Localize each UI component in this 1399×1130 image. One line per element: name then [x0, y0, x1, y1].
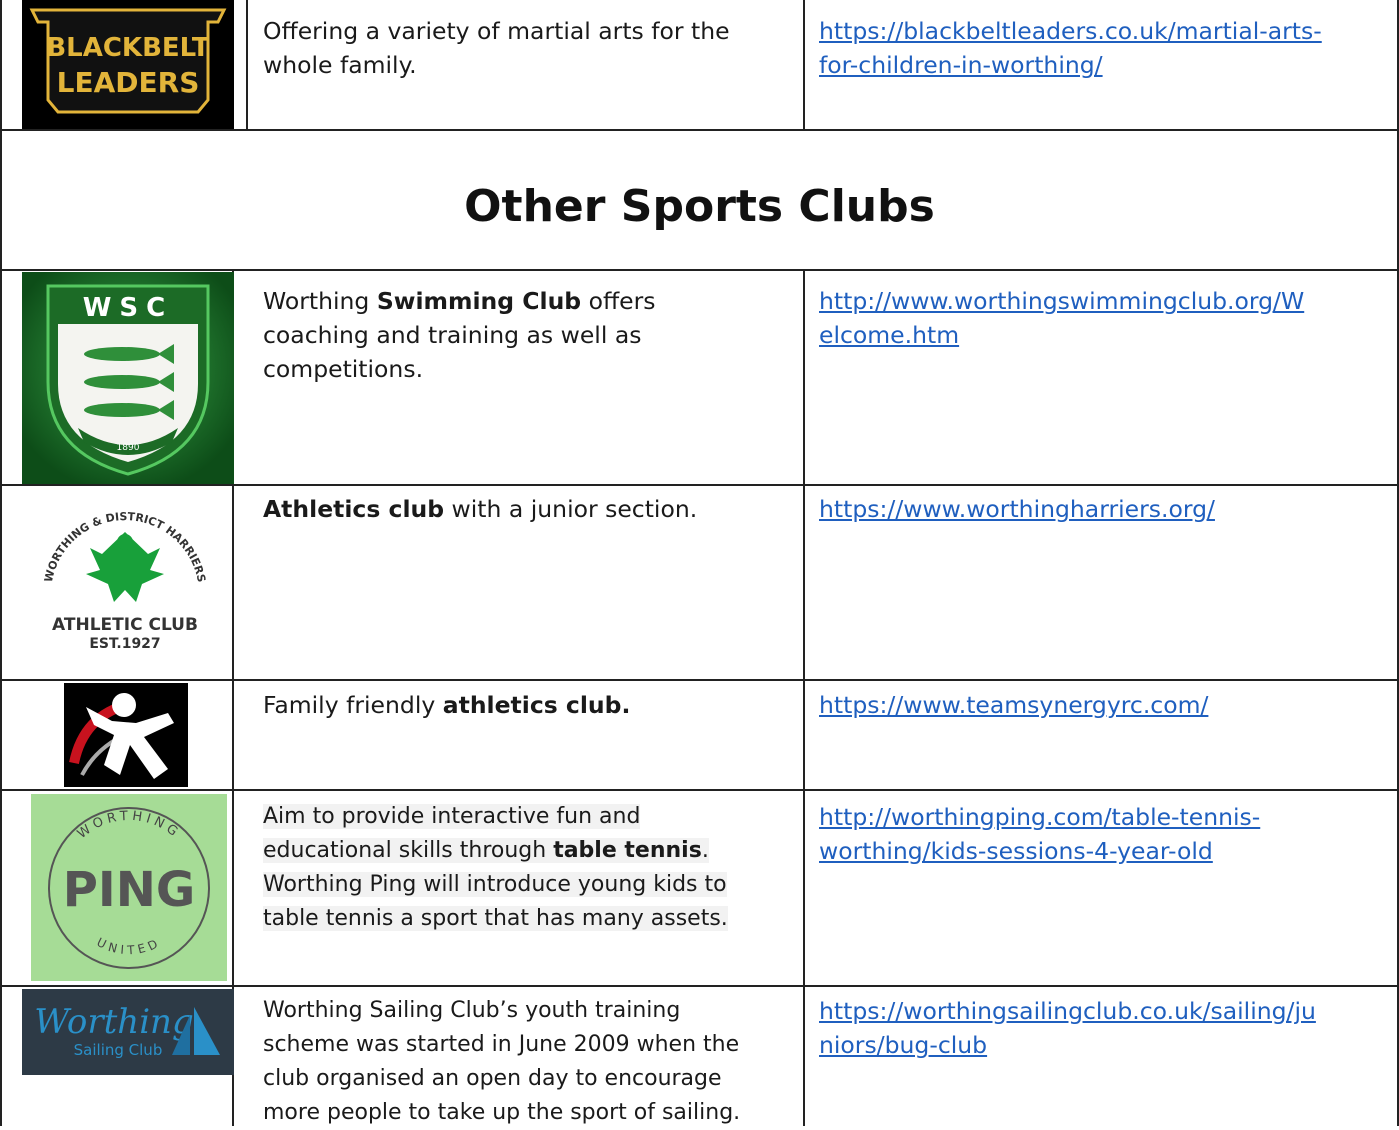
- sailing-logo-text: Worthing: [34, 1002, 193, 1042]
- sailing-logo-icon: Worthing Sailing Club: [34, 1002, 220, 1059]
- desc-line: Family friendly athletics club.: [263, 691, 631, 719]
- desc-line: club organised an open day to encourage: [263, 1066, 722, 1091]
- worthing-sailing-club-logo: Worthing Sailing Club: [22, 989, 234, 1075]
- row-divider: [0, 129, 1399, 131]
- row-link[interactable]: https://www.worthingharriers.org/: [819, 492, 1215, 526]
- ping-emblem-icon: WORTHING PING UNITED: [48, 807, 210, 969]
- worthing-ping-logo: WORTHING PING UNITED: [31, 794, 227, 981]
- link-line[interactable]: elcome.htm: [819, 318, 1304, 352]
- team-synergy-logo: [64, 683, 188, 787]
- wsc-year-text: 1890: [117, 443, 140, 453]
- link-line[interactable]: https://blackbeltleaders.co.uk/martial-a…: [819, 14, 1322, 48]
- blackbelt-leaders-logo: BLACKBELT LEADERS: [22, 0, 234, 129]
- row-link[interactable]: https://blackbeltleaders.co.uk/martial-a…: [819, 14, 1322, 82]
- row-link[interactable]: https://www.teamsynergyrc.com/: [819, 688, 1208, 722]
- column-divider-1-top: [246, 0, 248, 129]
- row-description: Athletics club with a junior section.: [263, 492, 697, 526]
- link-line[interactable]: http://www.worthingswimmingclub.org/W: [819, 284, 1304, 318]
- row-link[interactable]: http://www.worthingswimmingclub.org/W el…: [819, 284, 1304, 352]
- row-description: Worthing Swimming Club offers coaching a…: [263, 284, 656, 386]
- link-line[interactable]: https://www.teamsynergyrc.com/: [819, 688, 1208, 722]
- row-divider: [0, 484, 1399, 486]
- desc-line: Offering a variety of martial arts for t…: [263, 17, 730, 45]
- section-heading: Other Sports Clubs: [464, 181, 935, 232]
- row-link[interactable]: http://worthingping.com/table-tennis- wo…: [819, 800, 1260, 868]
- desc-line: Worthing Swimming Club offers: [263, 287, 656, 315]
- row-divider: [0, 789, 1399, 791]
- desc-line: whole family.: [263, 51, 417, 79]
- row-description: Aim to provide interactive fun and educa…: [263, 800, 728, 936]
- desc-line: Worthing Sailing Club’s youth training: [263, 998, 681, 1023]
- desc-line: Aim to provide interactive fun and: [263, 804, 641, 829]
- link-line[interactable]: niors/bug-club: [819, 1028, 1316, 1062]
- harriers-club-text: ATHLETIC CLUB: [52, 615, 198, 635]
- desc-line: scheme was started in June 2009 when the: [263, 1032, 740, 1057]
- ping-united-text: UNITED: [95, 935, 164, 957]
- table-border-left: [0, 0, 2, 1126]
- desc-line: more people to take up the sport of sail…: [263, 1100, 741, 1125]
- desc-line: coaching and training as well as: [263, 321, 642, 349]
- wsc-shield-icon: WSC 1890: [46, 284, 210, 476]
- column-divider-2-top: [803, 0, 805, 129]
- blackbelt-logo-text-2: LEADERS: [57, 66, 200, 99]
- link-line[interactable]: https://worthingsailingclub.co.uk/sailin…: [819, 994, 1316, 1028]
- sailing-logo-subtext: Sailing Club: [74, 1041, 163, 1059]
- row-divider: [0, 269, 1399, 271]
- link-line[interactable]: for-children-in-worthing/: [819, 48, 1322, 82]
- row-divider: [0, 985, 1399, 987]
- worthing-swimming-club-logo: WSC 1890: [22, 272, 234, 484]
- document-page: BLACKBELT LEADERS Offering a variety of …: [0, 0, 1399, 1126]
- desc-line: competitions.: [263, 355, 424, 383]
- wsc-logo-text: WSC: [83, 293, 174, 323]
- row-divider: [0, 679, 1399, 681]
- blackbelt-logo-text-1: BLACKBELT: [46, 33, 210, 63]
- ping-arc-text: WORTHING: [75, 809, 184, 842]
- desc-line: Worthing Ping will introduce young kids …: [263, 872, 727, 897]
- desc-line: table tennis a sport that has many asset…: [263, 906, 728, 931]
- harriers-eagle-icon: WORTHING & DISTRICT HARRIERS ATHLETIC CL…: [42, 510, 208, 652]
- link-line[interactable]: https://www.worthingharriers.org/: [819, 492, 1215, 526]
- desc-line: Athletics club with a junior section.: [263, 495, 698, 523]
- desc-line: educational skills through table tennis.: [263, 838, 709, 863]
- worthing-harriers-logo: WORTHING & DISTRICT HARRIERS ATHLETIC CL…: [30, 492, 220, 672]
- row-description: Family friendly athletics club.: [263, 688, 630, 722]
- row-description: Offering a variety of martial arts for t…: [263, 14, 730, 82]
- synergy-runner-icon: [69, 693, 174, 779]
- blackbelt-emblem-icon: BLACKBELT LEADERS: [29, 8, 227, 114]
- row-description: Worthing Sailing Club’s youth training s…: [263, 994, 740, 1130]
- link-line[interactable]: worthing/kids-sessions-4-year-old: [819, 834, 1260, 868]
- row-link[interactable]: https://worthingsailingclub.co.uk/sailin…: [819, 994, 1316, 1062]
- column-divider-2: [803, 269, 805, 1126]
- harriers-est-text: EST.1927: [89, 636, 160, 652]
- link-line[interactable]: http://worthingping.com/table-tennis-: [819, 800, 1260, 834]
- ping-logo-text: PING: [63, 862, 196, 918]
